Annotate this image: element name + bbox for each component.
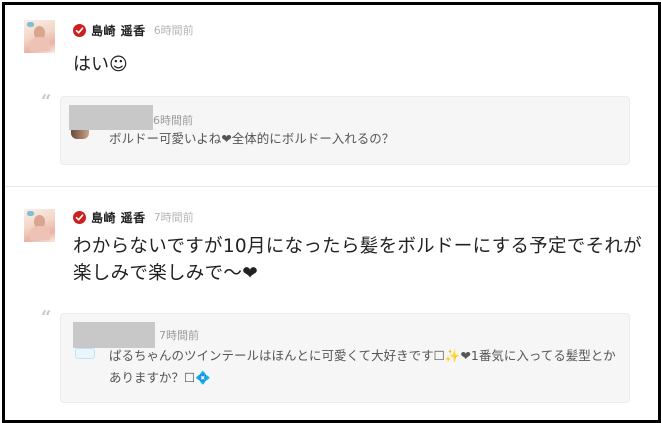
quoted-user-avatar bbox=[71, 130, 89, 139]
post-body: はい☺ bbox=[73, 54, 128, 75]
post-header: 島崎 遥香 7時間前 bbox=[73, 207, 194, 227]
quoted-comment: 6時間前 ボルドー可愛いよね❤全体的にボルドー入れるの？ bbox=[60, 96, 630, 165]
post-header: 島崎 遥香 6時間前 bbox=[73, 20, 194, 40]
avatar[interactable] bbox=[24, 209, 55, 242]
quoted-text: ぱるちゃんのツインテールはほんとに可愛くて大好きです☐✨❤1番気に入ってる髪型と… bbox=[109, 348, 616, 385]
verified-check-icon bbox=[73, 23, 86, 37]
post-timestamp: 7時間前 bbox=[153, 211, 194, 224]
author-name[interactable]: 島崎 遥香 bbox=[91, 209, 146, 226]
avatar[interactable] bbox=[24, 20, 55, 53]
author-name[interactable]: 島崎 遥香 bbox=[91, 22, 146, 39]
quote-mark-icon: “ bbox=[41, 91, 52, 112]
quoted-timestamp: 7時間前 bbox=[159, 329, 199, 342]
post-timestamp: 6時間前 bbox=[153, 24, 194, 37]
redacted-user bbox=[69, 105, 153, 130]
verified-check-icon bbox=[73, 210, 86, 224]
post: 島崎 遥香 6時間前 はい☺ “ 6時間前 ボルドー可愛いよね❤全体的にボルドー… bbox=[5, 5, 658, 186]
quoted-comment: 7時間前 ぱるちゃんのツインテールはほんとに可愛くて大好きです☐✨❤1番気に入っ… bbox=[60, 313, 630, 403]
quoted-text: ボルドー可愛いよね❤全体的にボルドー入れるの？ bbox=[109, 131, 395, 146]
quoted-timestamp: 6時間前 bbox=[153, 114, 193, 127]
quoted-user-avatar bbox=[75, 348, 95, 359]
post: 島崎 遥香 7時間前 わからないですが10月になったら髪をボルドーにする予定でそ… bbox=[5, 187, 658, 420]
post-body: わからないですが10月になったら髪をボルドーにする予定でそれが楽しみで楽しみで〜… bbox=[73, 236, 642, 284]
screenshot-frame: 島崎 遥香 6時間前 はい☺ “ 6時間前 ボルドー可愛いよね❤全体的にボルドー… bbox=[2, 2, 661, 423]
quote-mark-icon: “ bbox=[41, 307, 52, 328]
